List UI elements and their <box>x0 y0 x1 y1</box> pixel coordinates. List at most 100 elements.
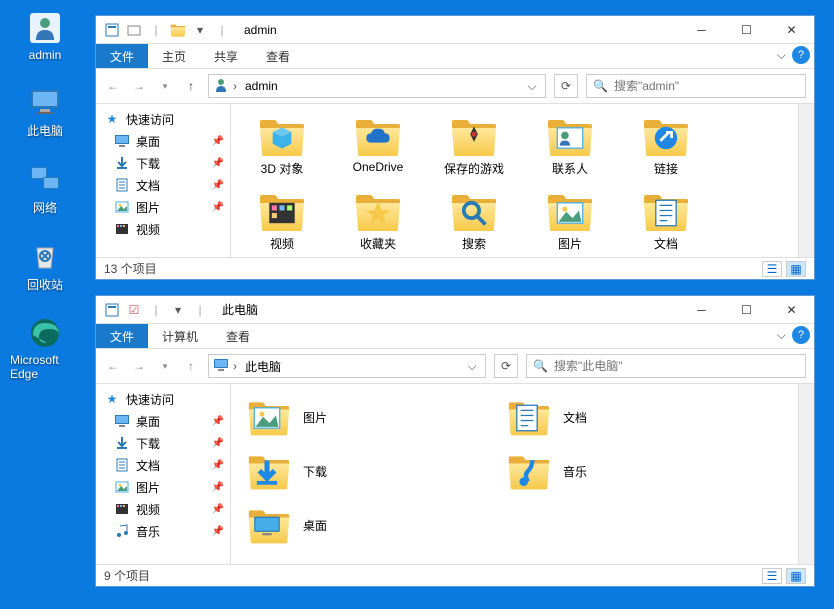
close-button[interactable]: ✕ <box>769 16 814 44</box>
up-button[interactable]: ↑ <box>182 357 200 375</box>
addr-history-icon[interactable]: ⌵ <box>523 79 541 94</box>
breadcrumb-segment[interactable]: admin <box>241 79 282 93</box>
qat-properties-icon[interactable] <box>102 300 122 320</box>
folder-item[interactable]: 链接 <box>627 112 705 181</box>
desktop-icon-recycle[interactable]: 回收站 <box>10 238 80 293</box>
folder-tile[interactable]: 文档 <box>503 392 723 442</box>
qat-newfolder-icon[interactable] <box>124 20 144 40</box>
statusbar: 13 个项目 ☰ ▦ <box>96 257 814 279</box>
sidebar-item-download[interactable]: 下载 📌 <box>96 432 230 454</box>
qat-properties-icon[interactable] <box>102 20 122 40</box>
sidebar-item-label: 快速访问 <box>126 111 174 128</box>
tab-computer[interactable]: 计算机 <box>148 324 212 348</box>
tab-home[interactable]: 主页 <box>148 44 200 68</box>
navbar: ← → ▾ ↑ › 此电脑 ⌵ ⟳ 🔍 <box>96 349 814 383</box>
sidebar-item-music[interactable]: 音乐 📌 <box>96 520 230 542</box>
address-bar[interactable]: › admin ⌵ <box>208 74 546 98</box>
tab-file[interactable]: 文件 <box>96 324 148 348</box>
sidebar-item-label: 下载 <box>136 155 160 172</box>
folder-tile[interactable]: 下载 <box>243 446 463 496</box>
sidebar-item-desktop[interactable]: 桌面 📌 <box>96 130 230 152</box>
search-input[interactable] <box>554 359 799 373</box>
desktop-icon-user[interactable]: admin <box>10 10 80 62</box>
view-details-button[interactable]: ☰ <box>762 568 782 584</box>
qat-check-icon[interactable]: ☑ <box>124 300 144 320</box>
sidebar-item-star[interactable]: ★ 快速访问 <box>96 108 230 130</box>
desktop-icon-pc[interactable]: 此电脑 <box>10 84 80 139</box>
maximize-button[interactable]: ☐ <box>724 16 769 44</box>
folder-tile[interactable]: 桌面 <box>243 500 463 550</box>
sidebar-item-desktop[interactable]: 桌面 📌 <box>96 410 230 432</box>
sidebar-item-pic[interactable]: 图片 📌 <box>96 476 230 498</box>
ribbon-expand-icon[interactable]: ⌵ <box>777 328 786 343</box>
qat-folder-icon[interactable] <box>168 20 188 40</box>
folder-tile[interactable]: 图片 <box>243 392 463 442</box>
refresh-button[interactable]: ⟳ <box>554 74 578 98</box>
breadcrumb-chevron-icon[interactable]: › <box>233 79 237 93</box>
help-button[interactable]: ? <box>792 46 810 64</box>
desktop-icon-network[interactable]: 网络 <box>10 161 80 216</box>
tab-view[interactable]: 查看 <box>252 44 304 68</box>
forward-button[interactable]: → <box>130 77 148 95</box>
folder-item[interactable]: 文档 <box>627 187 705 256</box>
folder-item[interactable]: 保存的游戏 <box>435 112 513 181</box>
folder-item[interactable]: 联系人 <box>531 112 609 181</box>
addr-history-icon[interactable]: ⌵ <box>463 359 481 374</box>
breadcrumb-chevron-icon[interactable]: › <box>233 359 237 373</box>
folder-item[interactable]: 图片 <box>531 187 609 256</box>
tab-view[interactable]: 查看 <box>212 324 264 348</box>
qat-dropdown-icon[interactable]: ▾ <box>168 300 188 320</box>
maximize-button[interactable]: ☐ <box>724 296 769 324</box>
folder-label: 文档 <box>563 409 587 426</box>
titlebar: | ▾ | admin ─ ☐ ✕ <box>96 16 814 44</box>
folder-tile[interactable]: 音乐 <box>503 446 723 496</box>
scrollbar-vertical[interactable] <box>798 104 814 257</box>
recent-dropdown-icon[interactable]: ▾ <box>156 357 174 375</box>
folder-icon <box>354 191 402 231</box>
sidebar-item-video[interactable]: 视频 <box>96 218 230 240</box>
folder-item[interactable]: 搜索 <box>435 187 513 256</box>
folder-item[interactable]: 视频 <box>243 187 321 256</box>
back-button[interactable]: ← <box>104 357 122 375</box>
sidebar-item-doc[interactable]: 文档 📌 <box>96 174 230 196</box>
pin-icon: 📌 <box>212 416 224 427</box>
help-button[interactable]: ? <box>792 326 810 344</box>
minimize-button[interactable]: ─ <box>679 296 724 324</box>
qat-dropdown-icon[interactable]: ▾ <box>190 20 210 40</box>
content-pane[interactable]: 3D 对象 OneDrive 保存的游戏 联系人 链接 视频 <box>231 104 798 257</box>
folder-label: 图片 <box>303 409 327 426</box>
view-icons-button[interactable]: ▦ <box>786 261 806 277</box>
search-box[interactable]: 🔍 <box>526 354 806 378</box>
qat-divider: | <box>212 20 232 40</box>
content-pane[interactable]: 图片 文档 下载 音乐 桌面 <box>231 384 798 564</box>
star-icon: ★ <box>104 111 120 127</box>
forward-button[interactable]: → <box>130 357 148 375</box>
folder-item[interactable]: 3D 对象 <box>243 112 321 181</box>
pic-icon <box>114 199 130 215</box>
folder-item[interactable]: OneDrive <box>339 112 417 181</box>
scrollbar-vertical[interactable] <box>798 384 814 564</box>
tab-share[interactable]: 共享 <box>200 44 252 68</box>
search-input[interactable] <box>614 79 799 93</box>
sidebar-item-video[interactable]: 视频 📌 <box>96 498 230 520</box>
sidebar-item-doc[interactable]: 文档 📌 <box>96 454 230 476</box>
breadcrumb-segment[interactable]: 此电脑 <box>241 358 285 375</box>
recent-dropdown-icon[interactable]: ▾ <box>156 77 174 95</box>
desktop-icon <box>114 413 130 429</box>
close-button[interactable]: ✕ <box>769 296 814 324</box>
minimize-button[interactable]: ─ <box>679 16 724 44</box>
folder-item[interactable]: 收藏夹 <box>339 187 417 256</box>
sidebar-item-download[interactable]: 下载 📌 <box>96 152 230 174</box>
search-box[interactable]: 🔍 <box>586 74 806 98</box>
sidebar-item-star[interactable]: ★ 快速访问 <box>96 388 230 410</box>
view-details-button[interactable]: ☰ <box>762 261 782 277</box>
desktop-icon-edge[interactable]: Microsoft Edge <box>10 315 80 381</box>
tab-file[interactable]: 文件 <box>96 44 148 68</box>
ribbon-expand-icon[interactable]: ⌵ <box>777 48 786 63</box>
up-button[interactable]: ↑ <box>182 77 200 95</box>
back-button[interactable]: ← <box>104 77 122 95</box>
sidebar-item-pic[interactable]: 图片 📌 <box>96 196 230 218</box>
refresh-button[interactable]: ⟳ <box>494 354 518 378</box>
view-icons-button[interactable]: ▦ <box>786 568 806 584</box>
address-bar[interactable]: › 此电脑 ⌵ <box>208 354 486 378</box>
